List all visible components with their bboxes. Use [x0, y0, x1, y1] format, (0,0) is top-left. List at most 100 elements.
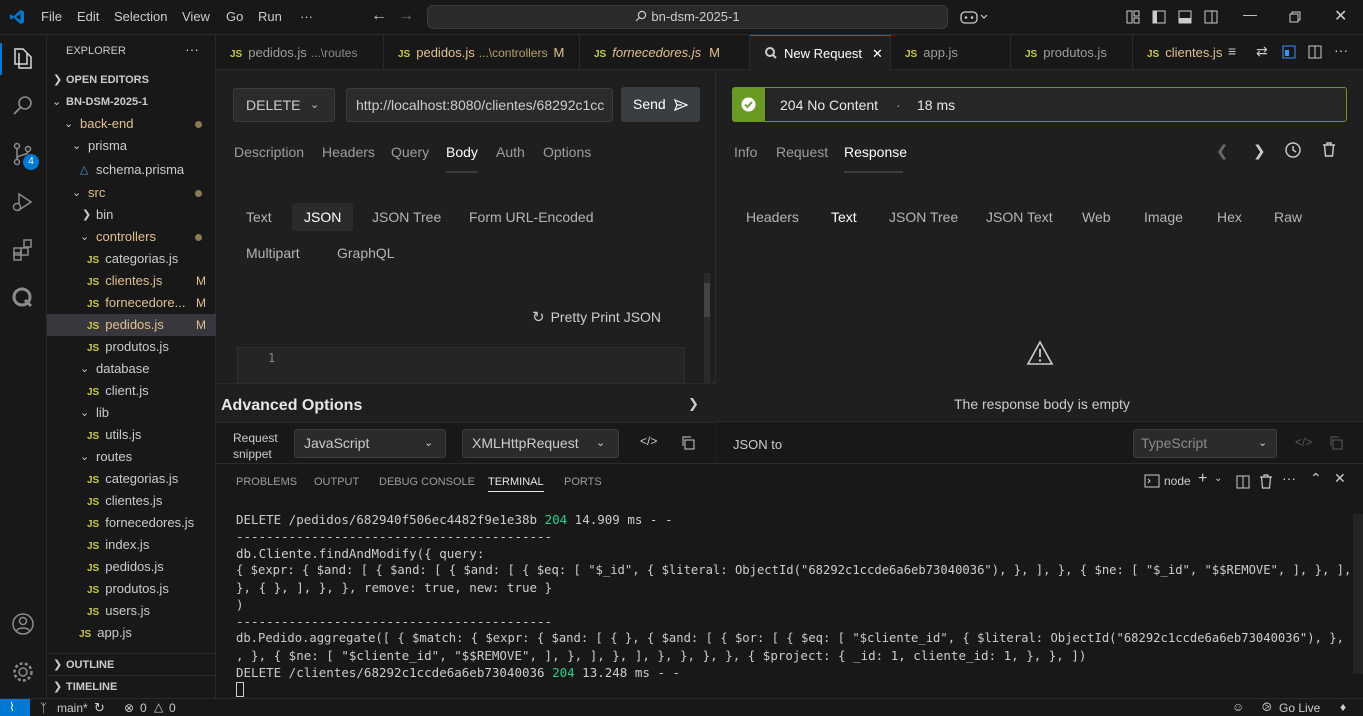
panel-tab-debug-console[interactable]: DEBUG CONSOLE [379, 476, 475, 488]
tab-close-icon[interactable]: ✕ [872, 46, 883, 61]
scrollbar-thumb[interactable] [704, 283, 710, 317]
code-icon[interactable]: </> [1295, 435, 1312, 449]
req-tab-body[interactable]: Body [446, 144, 478, 160]
toggle-panel-icon[interactable] [1178, 10, 1192, 24]
snippet-language-select[interactable]: JavaScript ⌄ [294, 429, 446, 458]
json-body-editor[interactable]: 1 [237, 347, 685, 383]
terminal-output[interactable]: DELETE /pedidos/682940f506ec4482f9e1e38b… [216, 499, 1363, 699]
view-tab-web[interactable]: Web [1082, 209, 1111, 225]
view-tab-text[interactable]: Text [831, 209, 857, 225]
toggle-secondary-sidebar-icon[interactable] [1204, 10, 1218, 24]
run-debug-icon[interactable] [9, 188, 37, 216]
tree-file-schema-prisma[interactable]: △ schema.prisma [47, 159, 216, 181]
panel-tab-output[interactable]: OUTPUT [314, 476, 359, 488]
code-icon[interactable]: </> [640, 434, 657, 448]
body-tab-multipart[interactable]: Multipart [246, 245, 300, 261]
req-tab-description[interactable]: Description [234, 144, 304, 160]
tree-folder-lib[interactable]: ⌄ lib [47, 402, 216, 424]
tree-file-categorias-route[interactable]: JS categorias.js [47, 468, 216, 490]
settings-gear-icon[interactable] [9, 658, 37, 686]
req-tab-options[interactable]: Options [543, 144, 591, 160]
tab-clientes[interactable]: JS clientes.js [1133, 35, 1231, 70]
tree-file-utils[interactable]: JS utils.js [47, 424, 216, 446]
tab-more-icon[interactable]: ··· [1334, 42, 1348, 58]
req-tab-auth[interactable]: Auth [496, 144, 525, 160]
body-tab-json-tree[interactable]: JSON Tree [372, 209, 441, 225]
thunder-client-icon[interactable] [9, 284, 37, 312]
chevron-right-icon[interactable]: ❯ [688, 396, 699, 412]
sync-icon[interactable]: ↻ [94, 700, 105, 716]
tree-file-fornecedores-controller[interactable]: JS fornecedore... M [47, 292, 216, 314]
workspace-root-section[interactable]: ⌄ BN-DSM-2025-1 [47, 91, 216, 113]
req-tab-headers[interactable]: Headers [322, 144, 375, 160]
maximize-panel-icon[interactable]: ⌃ [1310, 470, 1322, 487]
extensions-icon[interactable] [9, 236, 37, 264]
explorer-more-icon[interactable]: ··· [185, 41, 199, 57]
accounts-icon[interactable] [9, 610, 37, 638]
tree-file-app[interactable]: JS app.js [47, 622, 216, 644]
tab-new-request[interactable]: New Request ✕ [750, 35, 891, 70]
copy-icon[interactable] [1329, 436, 1343, 450]
snippet-library-select[interactable]: XMLHttpRequest ⌄ [462, 429, 619, 458]
tree-file-index-route[interactable]: JS index.js [47, 534, 216, 556]
menu-edit[interactable]: Edit [77, 9, 99, 24]
tree-file-pedidos-controller[interactable]: JS pedidos.js M [47, 314, 216, 336]
tab-app[interactable]: JS app.js [891, 35, 1011, 70]
tree-folder-database[interactable]: ⌄ database [47, 358, 216, 380]
toggle-primary-sidebar-icon[interactable] [1152, 10, 1166, 24]
tree-file-clientes-controller[interactable]: JS clientes.js M [47, 270, 216, 292]
tree-file-fornecedores-route[interactable]: JS fornecedores.js [47, 512, 216, 534]
tree-file-users-route[interactable]: JS users.js [47, 600, 216, 622]
copilot-status-icon[interactable]: ☺ [1232, 700, 1244, 714]
tree-folder-prisma[interactable]: ⌄ prisma [47, 135, 216, 157]
body-scrollbar[interactable] [704, 273, 710, 383]
explorer-icon[interactable] [9, 44, 37, 72]
preview-icon[interactable] [1282, 45, 1296, 59]
outline-section[interactable]: ❯ OUTLINE [47, 653, 216, 675]
compare-icon[interactable]: ⇄ [1256, 43, 1268, 60]
view-tab-json-text[interactable]: JSON Text [986, 209, 1053, 225]
panel-tab-problems[interactable]: PROBLEMS [236, 476, 297, 488]
url-input[interactable]: http://localhost:8080/clientes/68292c1cc [346, 88, 613, 122]
notifications-bell-icon[interactable]: ♦ [1340, 700, 1346, 714]
terminal-shell-name[interactable]: node [1164, 474, 1191, 488]
search-view-icon[interactable] [9, 92, 37, 120]
history-icon[interactable] [1284, 141, 1302, 159]
tab-pedidos-routes[interactable]: JS pedidos.js ...\routes [216, 35, 384, 70]
res-tab-info[interactable]: Info [734, 144, 757, 160]
tree-folder-bin[interactable]: ❯ bin [47, 204, 216, 226]
panel-tab-terminal[interactable]: TERMINAL [488, 476, 544, 492]
copilot-icon[interactable] [960, 9, 988, 25]
close-window-icon[interactable]: ✕ [1334, 6, 1347, 26]
menu-selection[interactable]: Selection [114, 9, 167, 24]
body-tab-form-urlencoded[interactable]: Form URL-Encoded [469, 209, 594, 225]
chevron-down-icon[interactable]: ⌄ [1214, 473, 1222, 484]
advanced-options-title[interactable]: Advanced Options [221, 397, 362, 415]
split-editor-icon[interactable] [1308, 45, 1322, 59]
body-tab-graphql[interactable]: GraphQL [337, 245, 395, 261]
forward-arrow-icon[interactable]: → [398, 7, 414, 25]
tab-produtos[interactable]: JS produtos.js [1011, 35, 1133, 70]
res-tab-request[interactable]: Request [776, 144, 828, 160]
menu-view[interactable]: View [182, 9, 210, 24]
tab-fornecedores[interactable]: JS fornecedores.js M [580, 35, 750, 70]
view-tab-headers[interactable]: Headers [746, 209, 799, 225]
next-arrow-icon[interactable]: ❯ [1253, 142, 1266, 160]
open-editors-section[interactable]: ❯ OPEN EDITORS [47, 69, 216, 91]
tab-pedidos-controllers[interactable]: JS pedidos.js ...\controllers M [384, 35, 580, 70]
back-arrow-icon[interactable]: ← [371, 7, 387, 25]
pretty-print-button[interactable]: ↻ Pretty Print JSON [532, 308, 661, 326]
view-tab-image[interactable]: Image [1144, 209, 1183, 225]
res-tab-response[interactable]: Response [844, 144, 907, 160]
view-tab-hex[interactable]: Hex [1217, 209, 1242, 225]
new-terminal-icon[interactable]: + [1198, 470, 1207, 488]
body-tab-json[interactable]: JSON [292, 203, 354, 231]
req-tab-query[interactable]: Query [391, 144, 429, 160]
minimize-icon[interactable]: — [1243, 6, 1257, 22]
error-count[interactable]: 0 [140, 701, 147, 715]
menu-run[interactable]: Run [258, 9, 282, 24]
tree-file-client[interactable]: JS client.js [47, 380, 216, 402]
menu-more[interactable]: ··· [300, 9, 313, 24]
terminal-scrollbar[interactable] [1353, 514, 1363, 674]
prev-arrow-icon[interactable]: ❮ [1216, 142, 1229, 160]
